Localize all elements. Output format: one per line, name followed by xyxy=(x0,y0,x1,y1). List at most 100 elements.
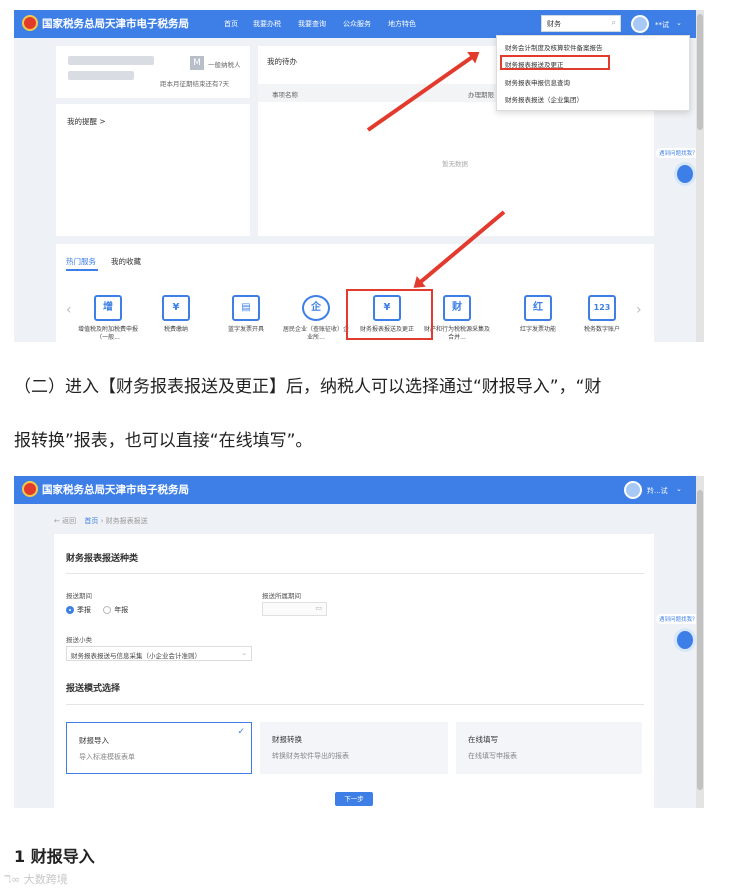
nav-do-tax[interactable]: 我要办税 xyxy=(253,19,281,29)
printer-icon: ▤ xyxy=(232,295,260,321)
portal-screenshot: 国家税务总局天津市电子税务局 首页 我要办税 我要查询 公众服务 地方特色 财务… xyxy=(14,10,704,342)
company-name-redacted xyxy=(68,56,154,65)
search-input-value: 财务 xyxy=(547,20,561,28)
reminder-card: 我的提醒 > xyxy=(56,104,250,236)
watermark-text: 大数跨境 xyxy=(23,873,68,886)
mode-online-desc: 在线填写申报表 xyxy=(468,752,517,760)
reminder-title[interactable]: 我的提醒 > xyxy=(67,116,106,127)
radio-quarterly[interactable] xyxy=(66,606,74,614)
back-arrow-icon[interactable]: ← xyxy=(54,517,60,525)
search-suggestion-dropdown: 财务会计制度及核算软件备案报告 财务报表报送及更正 财务报表申报信息查询 财务报… xyxy=(496,35,690,111)
next-step-button[interactable]: 下一步 xyxy=(335,792,373,806)
nav-query[interactable]: 我要查询 xyxy=(298,19,326,29)
belong-period-date-input[interactable]: ▭ xyxy=(262,602,327,616)
robot-assistant-icon[interactable] xyxy=(674,628,696,652)
service-digital-account[interactable]: 123 税务数字账户 xyxy=(567,295,637,334)
radio-quarterly-label[interactable]: 季报 xyxy=(77,606,91,614)
breadcrumb: ← 返回 首页 › 财务报表报送 xyxy=(54,516,148,526)
col-deadline: 办理期限 xyxy=(468,91,494,99)
subtype-select-value: 财务报表报送与信息采集（小企业会计准则） xyxy=(71,652,201,660)
mode-online-title: 在线填写 xyxy=(468,735,498,744)
search-input[interactable]: 财务 ⌕ xyxy=(541,15,621,32)
mode-convert-card[interactable]: 财报转换 转换财务软件导出的报表 xyxy=(260,722,448,774)
report-submission-screenshot: 国家税务总局天津市电子税务局 羚...试 ⌄ ← 返回 首页 › 财务报表报送 … xyxy=(14,476,704,808)
section-title-report-type: 财务报表报送种类 xyxy=(66,554,139,564)
red-invoice-icon: 红 xyxy=(524,295,552,321)
section-title-mode: 报送模式选择 xyxy=(66,684,121,694)
subtype-label: 报送小类 xyxy=(66,636,92,644)
mode-convert-desc: 转换财务软件导出的报表 xyxy=(272,752,349,760)
chevron-down-icon[interactable]: ⌄ xyxy=(676,19,682,27)
service-tax-payment[interactable]: ¥ 税费缴纳 xyxy=(141,295,211,334)
watermark: ℸ∞ 大数跨境 xyxy=(4,871,68,887)
taxpayer-type-icon: M xyxy=(190,56,204,70)
service-red-invoice[interactable]: 红红字发票功能 xyxy=(503,295,573,334)
help-bubble[interactable]: 遇到问题找我？ xyxy=(656,148,701,158)
search-icon[interactable]: ⌕ xyxy=(612,18,616,28)
subtype-select[interactable]: 财务报表报送与信息采集（小企业会计准则） ⌄ xyxy=(66,646,252,661)
service-corporate-income[interactable]: 企居民企业（查账征收）企业所... xyxy=(281,295,351,342)
help-bubble[interactable]: 遇到问题找我？ xyxy=(656,614,701,624)
check-icon: ✓ xyxy=(237,727,245,737)
scrollbar-thumb[interactable] xyxy=(697,14,703,130)
mode-online-card[interactable]: 在线填写 在线填写申报表 xyxy=(456,722,642,774)
scrollbar[interactable] xyxy=(696,10,704,342)
service-label: 增值税及附加税费申报（一般... xyxy=(77,326,138,341)
user-avatar[interactable] xyxy=(624,481,642,499)
nav-home[interactable]: 首页 xyxy=(224,19,238,29)
period-label: 报送期间 xyxy=(66,592,92,600)
radio-annual[interactable] xyxy=(103,606,112,614)
todo-title: 我的待办 xyxy=(267,57,297,66)
belong-period-label: 报送所属期间 xyxy=(262,592,301,600)
empty-state-text: 暂无数据 xyxy=(442,160,468,168)
mode-import-desc: 导入标准模板表单 xyxy=(79,753,135,761)
chevron-down-icon[interactable]: ⌄ xyxy=(676,485,682,493)
active-tab-indicator xyxy=(66,269,98,271)
user-123-icon: 123 xyxy=(588,295,616,321)
vat-form-icon: 增 xyxy=(94,295,122,321)
top-navigation-bar: 国家税务总局天津市电子税务局 首页 我要办税 我要查询 公众服务 地方特色 财务… xyxy=(14,10,704,38)
scrollbar-thumb[interactable] xyxy=(697,490,703,790)
section-heading: 1 财报导入 xyxy=(14,847,95,866)
deadline-text: 距本月征期结束还有7天 xyxy=(160,80,230,88)
divider xyxy=(66,573,644,574)
service-label: 红字发票功能 xyxy=(519,326,556,333)
suggestion-item[interactable]: 财务会计制度及核算软件备案报告 xyxy=(505,42,603,52)
mode-import-title: 财报导入 xyxy=(79,736,109,745)
site-title[interactable]: 国家税务总局天津市电子税务局 xyxy=(42,16,189,31)
service-label: 居民企业（查账征收）企业所... xyxy=(282,326,349,341)
tab-hot-services[interactable]: 热门服务 xyxy=(66,256,96,267)
service-vat-declare[interactable]: 增增值税及附加税费申报（一般... xyxy=(73,295,143,342)
taxpayer-id-redacted xyxy=(68,71,134,80)
tab-favorites[interactable]: 我的收藏 xyxy=(111,256,141,267)
highlight-box xyxy=(346,289,433,340)
site-title[interactable]: 国家税务总局天津市电子税务局 xyxy=(42,482,189,497)
taxpayer-card: M 一般纳税人 距本月征期结束还有7天 xyxy=(56,46,250,98)
nav-public-service[interactable]: 公众服务 xyxy=(343,19,371,29)
calendar-icon[interactable]: ▭ xyxy=(315,604,322,612)
suggestion-item[interactable]: 财务报表报送（企业集团） xyxy=(505,94,583,104)
breadcrumb-current: 财务报表报送 xyxy=(105,517,148,525)
nav-local-features[interactable]: 地方特色 xyxy=(388,19,416,29)
service-blue-invoice[interactable]: ▤ 蓝字发票开具 xyxy=(211,295,281,334)
scrollbar[interactable] xyxy=(696,476,704,808)
tax-emblem-icon xyxy=(22,15,38,31)
tax-emblem-icon xyxy=(22,481,38,497)
suggestion-item[interactable]: 财务报表申报信息查询 xyxy=(505,77,570,87)
taxpayer-type-badge: 一般纳税人 xyxy=(208,61,241,69)
user-name[interactable]: 羚...试 xyxy=(647,486,668,496)
yuan-hand-icon: ¥ xyxy=(162,295,190,321)
chevron-down-icon[interactable]: ⌄ xyxy=(242,649,247,657)
mode-convert-title: 财报转换 xyxy=(272,735,302,744)
user-name[interactable]: **试 xyxy=(655,20,669,30)
robot-assistant-icon[interactable] xyxy=(674,162,696,186)
user-avatar[interactable] xyxy=(631,15,649,33)
chevron-left-icon[interactable]: ‹ xyxy=(66,302,72,318)
mode-import-card[interactable]: 财报导入 导入标准模板表单 ✓ xyxy=(66,722,252,774)
service-label: 蓝字发票开具 xyxy=(227,326,264,333)
radio-annual-label[interactable]: 年报 xyxy=(114,606,128,614)
highlight-box xyxy=(500,55,610,70)
property-tax-icon: 财 xyxy=(443,295,471,321)
back-link[interactable]: 返回 xyxy=(62,517,76,525)
breadcrumb-home[interactable]: 首页 xyxy=(84,517,98,525)
